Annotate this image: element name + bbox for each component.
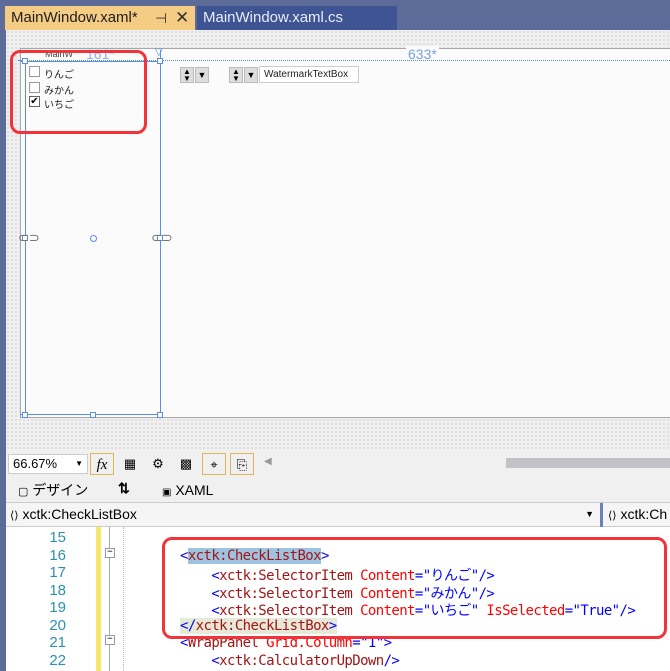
zoom-select[interactable]: 66.67% ▼ [8,454,88,474]
highlight-box [162,537,667,639]
element-selector[interactable]: ⟨⟩ xctk:CheckListBox ▼ [10,506,598,522]
horizontal-scrollbar[interactable] [506,458,670,468]
collapse-icon[interactable]: − [105,548,115,558]
navigation-bar: ⟨⟩ xctk:CheckListBox ▼ ⟨⟩ xctk:Ch [6,502,670,527]
scroll-left-icon[interactable]: ◀ [264,456,272,467]
member-selector-value: xctk:Ch [620,506,668,522]
element-icon: ⟨⟩ [10,510,19,522]
member-selector[interactable]: ⟨⟩ xctk:Ch [608,506,667,522]
line-number: 20 [49,616,66,634]
tab-label: MainWindow.xaml* [11,9,138,26]
document-tab-bar: MainWindow.xaml* ⊣ ✕ MainWindow.xaml.cs [0,0,670,30]
updown-spinner[interactable]: ▲ ▼ [229,67,243,83]
resize-handle[interactable] [22,412,28,418]
chevron-down-icon: ▼ [75,459,83,468]
line-number: 21 [49,634,66,651]
line-number: 17 [49,564,66,581]
tab-mainwindow-xaml[interactable]: MainWindow.xaml* ⊣ ✕ [5,6,195,30]
change-margin [96,527,101,671]
highlight-box [10,50,147,134]
column-marker-icon[interactable]: ▽ [155,47,163,58]
resize-handle[interactable] [157,412,163,418]
snap-grid-icon[interactable]: ⚙ [146,453,170,475]
watermark-textbox[interactable]: WatermarkTextBox [259,66,359,83]
updown-spinner[interactable]: ▲ ▼ [180,67,194,83]
line-number: 22 [49,651,66,669]
resize-handle[interactable] [90,412,96,418]
code-token: < [180,652,220,669]
artboard-background-icon[interactable]: ▩ [174,453,198,475]
tab-label: XAML [175,482,214,498]
snap-lines-icon[interactable]: ⌖ [202,453,226,475]
line-number: 19 [49,599,66,616]
code-line[interactable]: <xctk:CalculatorUpDown/> [180,652,400,669]
line-number: 15 [49,529,66,546]
code-token: xctk:CalculatorUpDown [219,652,384,669]
element-icon: ⟨⟩ [608,510,617,522]
pin-icon[interactable]: ⊣ [155,6,167,30]
tab-label: MainWindow.xaml.cs [203,9,344,26]
chevron-down-icon: ▼ [585,509,594,519]
center-anchor-icon[interactable] [90,235,97,242]
resize-handle[interactable] [157,58,163,64]
dropdown-button[interactable]: ▼ [244,67,258,83]
link-icon[interactable]: ⊂⊃ [151,230,173,246]
splitter[interactable] [600,503,603,527]
zoom-value: 66.67% [13,456,58,471]
line-number: 16 [49,546,66,564]
tab-mainwindow-xaml-cs[interactable]: MainWindow.xaml.cs [197,6,397,30]
close-icon[interactable]: ✕ [175,6,189,30]
fx-button[interactable]: fx [90,453,114,475]
indent-guide [123,527,124,671]
swap-panes-button[interactable]: ⇅ [118,480,130,497]
xaml-code-editor[interactable]: − − 15 16 <xctk:CheckListBox> 17 <xctk:Sele… [6,527,670,671]
designer-toolbar: 66.67% ▼ fx ▦ ⚙ ▩ ⌖ ⎘ ◀ [6,450,670,478]
tab-label: デザイン [32,482,89,498]
code-token: /> [383,652,400,669]
project-code-icon[interactable]: ⎘ [230,453,254,475]
design-icon: ▢ [18,486,29,498]
grid-icon[interactable]: ▦ [118,453,142,475]
tab-design[interactable]: ▢ デザイン [18,480,88,500]
xaml-icon: ▣ [162,487,172,498]
link-icon[interactable]: ⊂⊃ [18,230,40,246]
collapse-icon[interactable]: − [105,635,115,645]
element-selector-value: xctk:CheckListBox [22,506,137,522]
dropdown-button[interactable]: ▼ [195,67,209,83]
tab-xaml[interactable]: ▣ XAML [162,482,213,498]
view-tabs: ▢ デザイン ⇅ ▣ XAML [6,478,670,502]
line-number: 18 [49,581,66,599]
